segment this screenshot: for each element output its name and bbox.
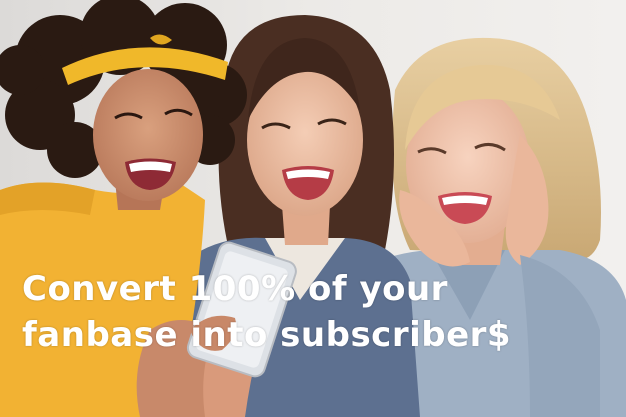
photo-banner: Convert 100% of your fanbase into subscr…	[0, 0, 626, 417]
headline-line-1: Convert 100% of your	[22, 269, 448, 309]
headline-line-2: fanbase into subscriber$	[22, 315, 512, 355]
headline-text: Convert 100% of your fanbase into subscr…	[22, 266, 612, 358]
